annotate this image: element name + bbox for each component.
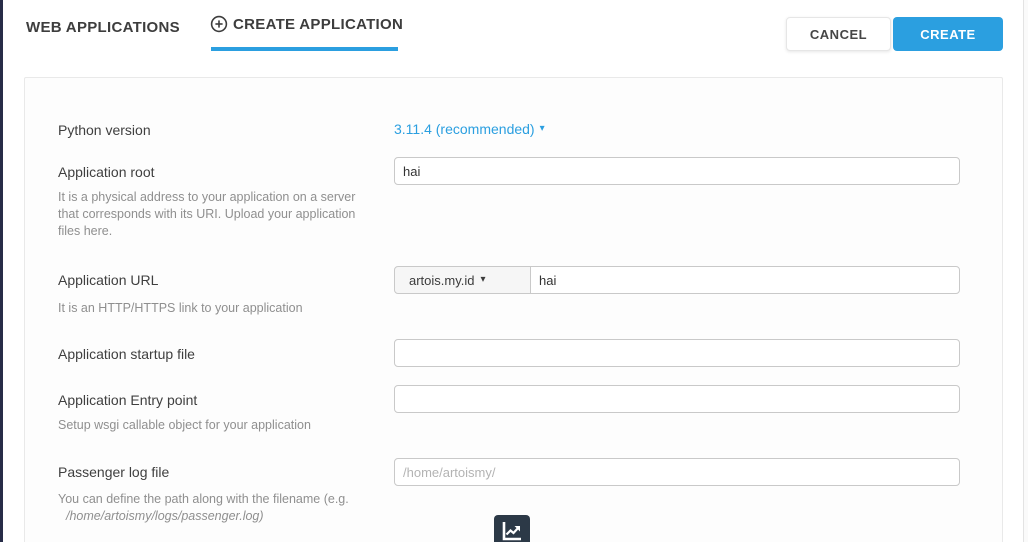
python-version-value: 3.11.4 (recommended): [394, 121, 535, 137]
scrollbar-track[interactable]: [1023, 0, 1028, 542]
usage-stats-button[interactable]: [494, 515, 530, 542]
application-url-help: It is an HTTP/HTTPS link to your applica…: [58, 300, 303, 317]
entry-point-label: Application Entry point: [58, 392, 197, 408]
startup-file-input[interactable]: [394, 339, 960, 367]
python-version-dropdown[interactable]: 3.11.4 (recommended) ▾: [394, 121, 545, 137]
passenger-log-help-line1: You can define the path along with the f…: [58, 492, 349, 506]
caret-down-icon: ▾: [540, 124, 545, 134]
entry-point-input[interactable]: [394, 385, 960, 413]
passenger-log-help-example: /home/artoismy/logs/passenger.log): [66, 508, 403, 525]
plus-circle-icon: [210, 15, 228, 33]
python-version-label: Python version: [58, 122, 151, 138]
passenger-log-input[interactable]: [394, 458, 960, 486]
caret-down-icon: ▾: [481, 275, 486, 285]
passenger-log-label: Passenger log file: [58, 464, 169, 480]
application-url-input[interactable]: [530, 266, 960, 294]
cancel-button[interactable]: CANCEL: [786, 17, 891, 51]
tab-web-applications[interactable]: WEB APPLICATIONS: [26, 19, 180, 36]
line-chart-icon: [500, 519, 524, 542]
application-root-label: Application root: [58, 164, 155, 180]
tab-create-application[interactable]: CREATE APPLICATION: [210, 15, 403, 33]
application-url-domain-select[interactable]: artois.my.id ▾: [394, 266, 531, 294]
startup-file-label: Application startup file: [58, 346, 195, 362]
application-url-label: Application URL: [58, 272, 158, 288]
active-tab-underline: [211, 47, 398, 51]
entry-point-help: Setup wsgi callable object for your appl…: [58, 417, 311, 434]
sidebar-edge-strip: [0, 0, 3, 542]
passenger-log-help: You can define the path along with the f…: [58, 491, 403, 525]
tab-create-application-label: CREATE APPLICATION: [233, 16, 403, 33]
create-button[interactable]: CREATE: [893, 17, 1003, 51]
application-root-help: It is a physical address to your applica…: [58, 189, 370, 240]
application-root-input[interactable]: [394, 157, 960, 185]
application-url-domain-value: artois.my.id: [409, 273, 475, 288]
create-application-page: { "colors": { "accent": "#2b9fe0", "side…: [0, 0, 1028, 542]
